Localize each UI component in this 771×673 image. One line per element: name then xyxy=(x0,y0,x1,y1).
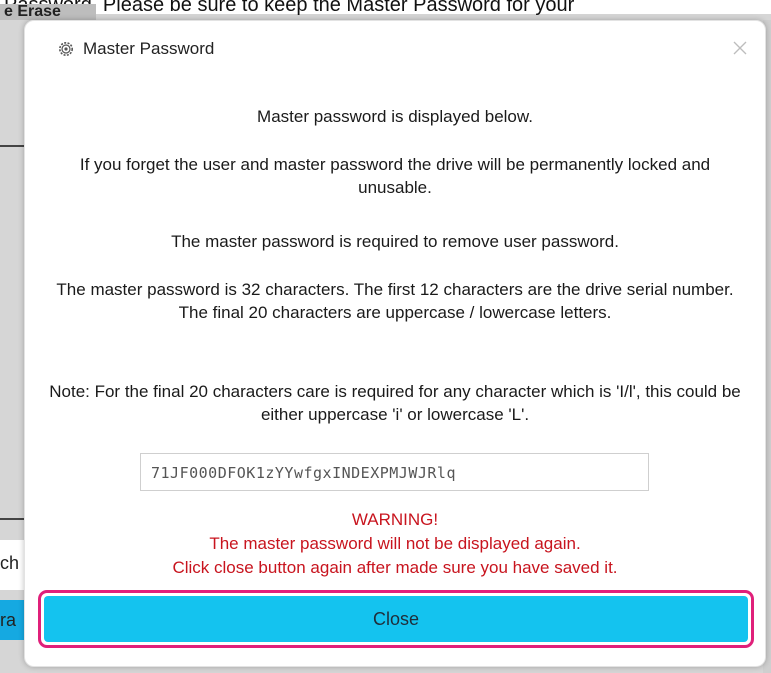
dialog-title: Master Password xyxy=(83,39,215,58)
message-character-note: Note: For the final 20 characters care i… xyxy=(49,382,741,424)
dialog-titlebar: Master Password xyxy=(25,21,765,77)
warning-click-close-again: Click close button again after made sure… xyxy=(172,558,618,577)
background-text-fragment: ch xyxy=(0,540,24,590)
gear-icon xyxy=(57,40,75,58)
background-top-strip: Password. Please be sure to keep the Mas… xyxy=(0,0,771,16)
background-button-fragment: ra xyxy=(0,600,24,640)
message-displayed-below: Master password is displayed below. xyxy=(257,107,533,126)
background-divider xyxy=(0,518,24,520)
background-tab: e Erase xyxy=(0,4,96,20)
close-button-highlight: Close xyxy=(38,590,754,648)
message-forget-warning: If you forget the user and master passwo… xyxy=(79,155,711,197)
message-required-to-remove: The master password is required to remov… xyxy=(171,232,619,251)
warning-not-displayed-again: The master password will not be displaye… xyxy=(209,534,581,553)
close-icon[interactable] xyxy=(729,37,751,59)
message-password-format: The master password is 32 characters. Th… xyxy=(56,280,734,322)
master-password-dialog: Master Password Master password is displ… xyxy=(24,20,766,667)
master-password-field[interactable]: 71JF000DFOK1zYYwfgxINDEXPMJWJRlq xyxy=(140,453,649,491)
warning-heading: WARNING! xyxy=(351,510,439,529)
background-divider xyxy=(0,145,24,147)
close-button[interactable]: Close xyxy=(44,596,748,642)
